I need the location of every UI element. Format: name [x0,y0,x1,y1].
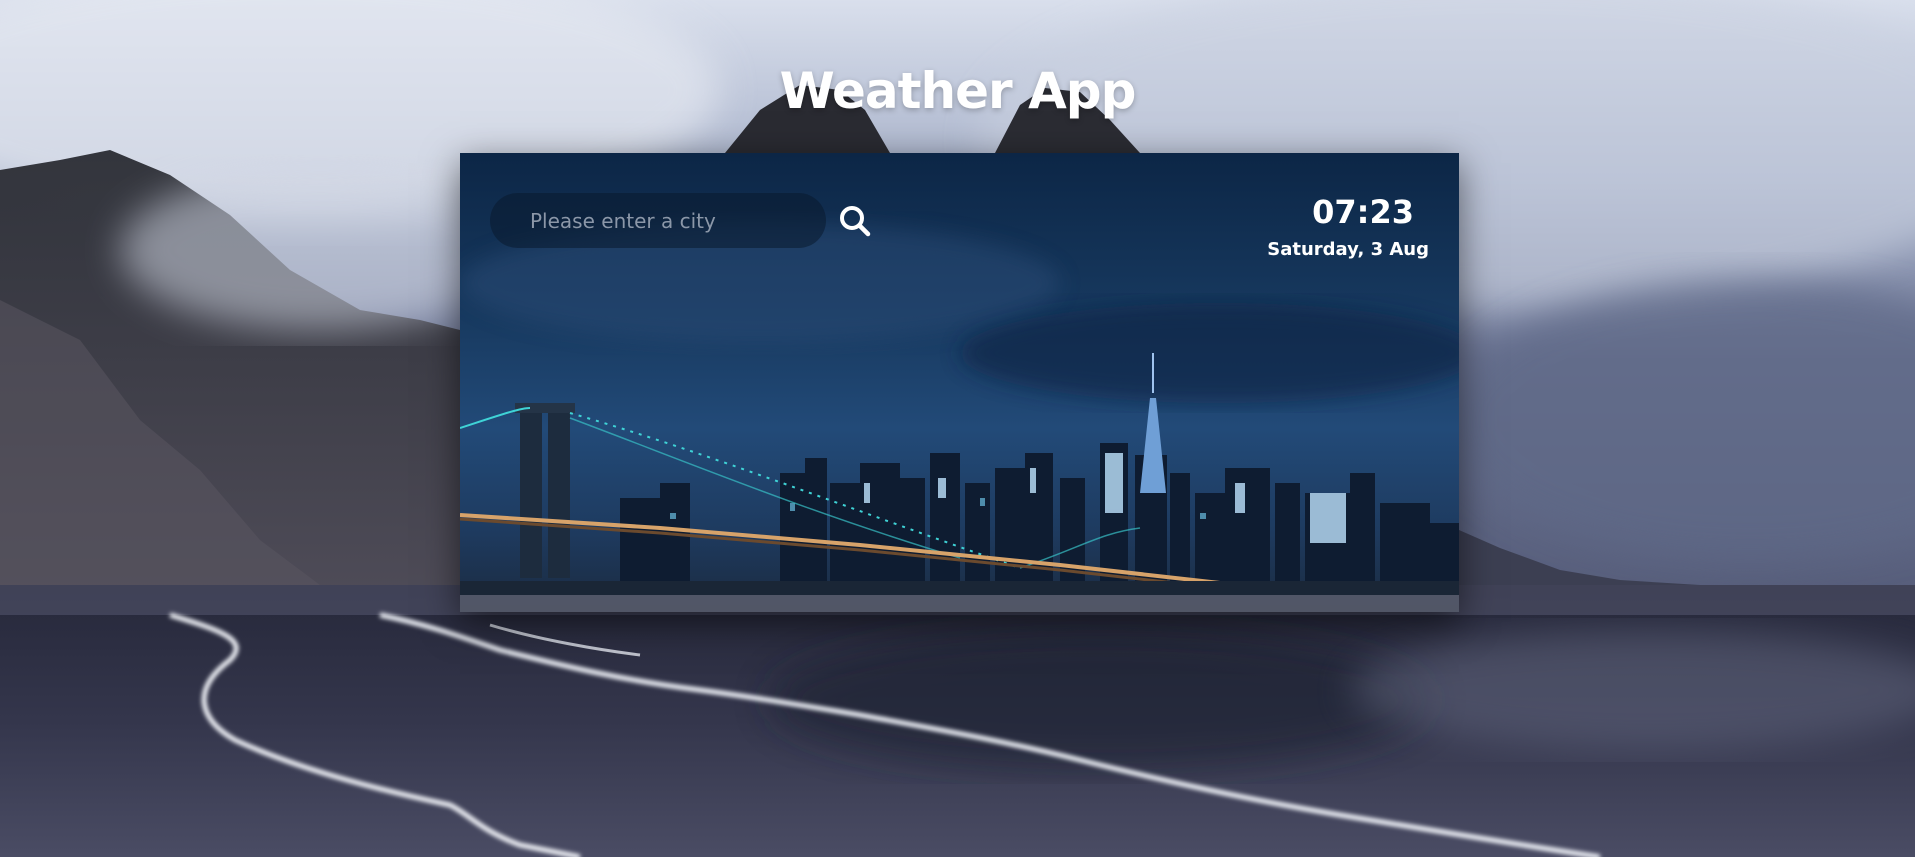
page-title: Weather App [779,61,1137,120]
search-button[interactable] [835,201,875,241]
page-background: Weather App Please enter a city 07:23 Sa… [0,0,1915,857]
current-date: Saturday, 3 Aug [1267,239,1429,260]
current-time: 07:23 [1312,193,1414,231]
search-bar [490,193,826,248]
city-search-input[interactable] [490,193,826,248]
weather-card: 07:23 Saturday, 3 Aug [460,153,1459,612]
search-icon [840,206,871,237]
date-time-display: 07:23 Saturday, 3 Aug [1209,193,1429,265]
